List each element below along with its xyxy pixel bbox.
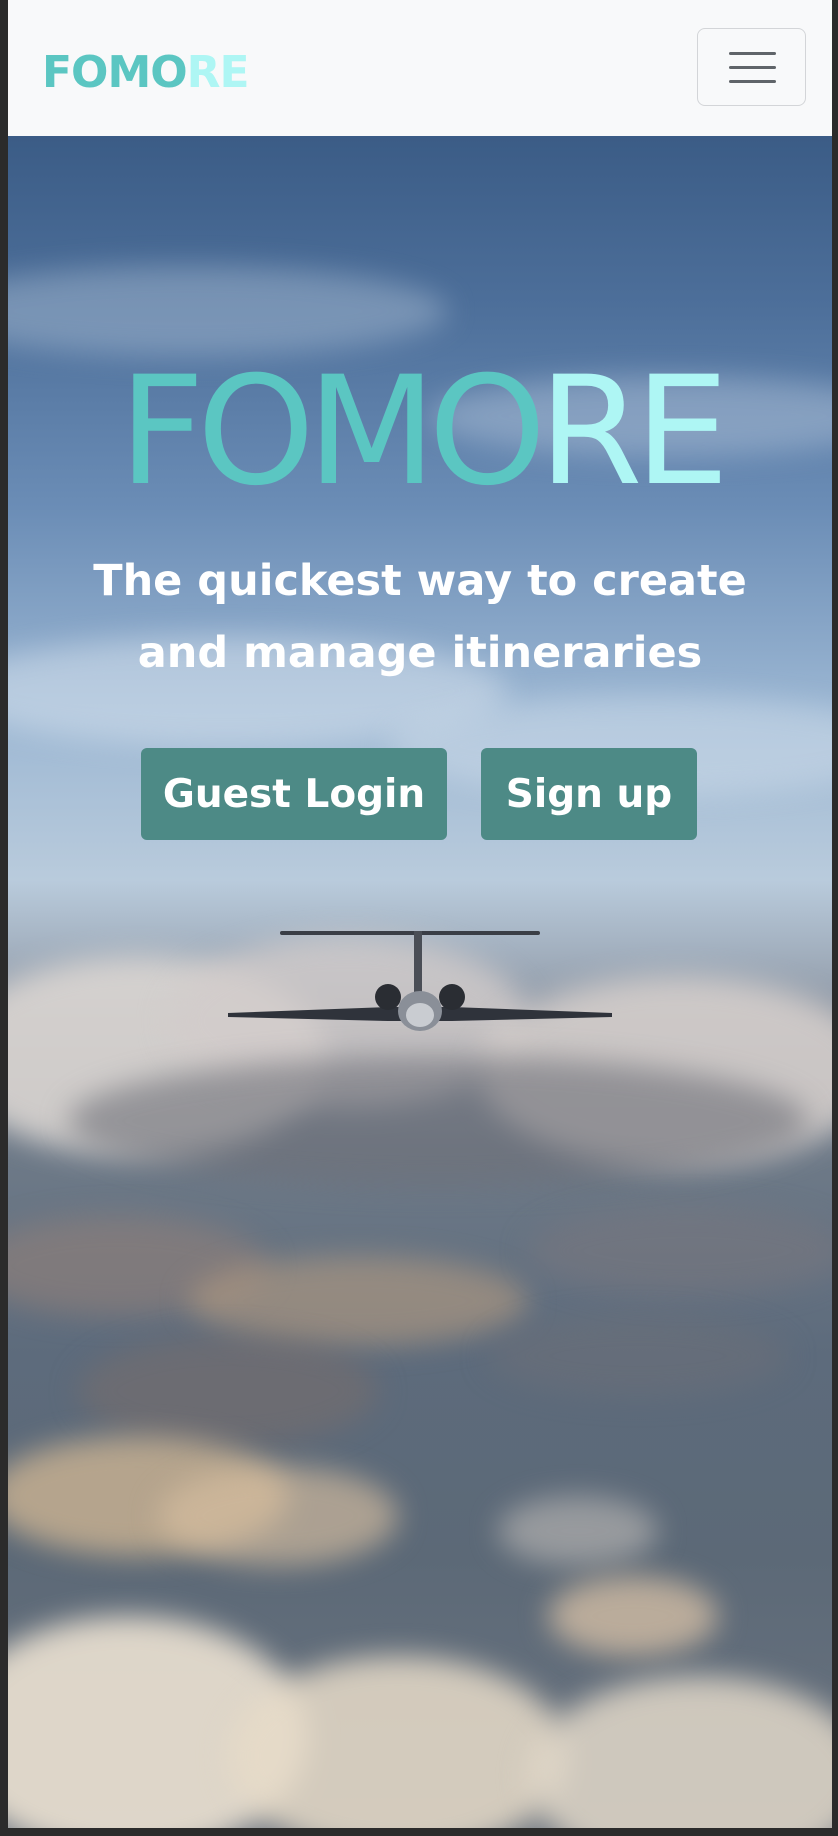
brand-logo-part-a: FOMO (42, 47, 188, 98)
signup-button[interactable]: Sign up (481, 748, 697, 840)
hero-title-part-a: FOMO (118, 344, 547, 519)
hero-title: FOMORE (8, 347, 832, 517)
app-frame: FOMORE FOMORE The quickest way to create… (8, 0, 832, 1828)
guest-login-button[interactable]: Guest Login (141, 748, 447, 840)
brand-logo-part-b: RE (186, 47, 250, 98)
hero-tagline: The quickest way to create and manage it… (93, 556, 747, 678)
hero-title-part-b: RE (538, 344, 729, 519)
navbar-toggler-button[interactable] (697, 28, 806, 106)
navbar: FOMORE (8, 0, 832, 136)
brand-logo[interactable]: FOMORE (42, 46, 250, 100)
hero-section: FOMORE The quickest way to create and ma… (8, 136, 832, 1828)
airplane-image (228, 931, 612, 1031)
